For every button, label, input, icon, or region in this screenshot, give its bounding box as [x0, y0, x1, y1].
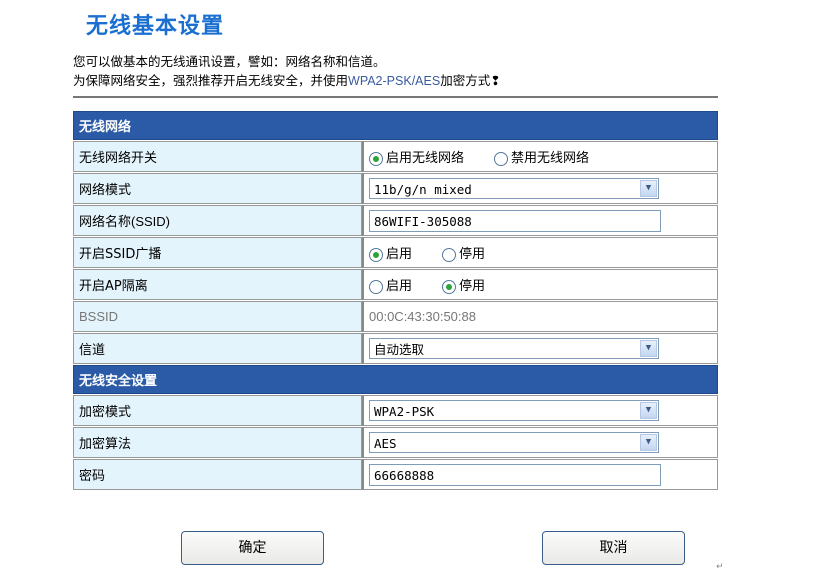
- description: 您可以做基本的无线通讯设置，譬如：网络名称和信道。 为保障网络安全，强烈推荐开启…: [73, 52, 501, 91]
- settings-table: 无线网络 无线网络开关 启用无线网络 禁用无线网络 网络模式 11b/g/n mi…: [73, 110, 718, 491]
- radio-label: 停用: [459, 279, 486, 294]
- radio-icon: [494, 151, 509, 166]
- row-bssid: BSSID 00:0C:43:30:50:88: [73, 301, 718, 332]
- page-title: 无线基本设置: [86, 14, 225, 39]
- radio-broadcast-enable[interactable]: 启用: [369, 243, 412, 262]
- channel-select[interactable]: 自动选取 ▼: [369, 338, 659, 359]
- desc-highlight: WPA2-PSK/AES: [348, 74, 441, 88]
- row-channel: 信道 自动选取 ▼: [73, 333, 718, 364]
- bssid-value: 00:0C:43:30:50:88: [362, 301, 718, 332]
- radio-isolation-disable[interactable]: 停用: [442, 275, 485, 294]
- desc-text: 加密方式❢: [440, 73, 501, 88]
- radio-label: 启用无线网络: [386, 151, 465, 166]
- label: 网络模式: [73, 173, 362, 204]
- chevron-down-icon[interactable]: ▼: [640, 402, 657, 419]
- row-ssid-broadcast: 开启SSID广播 启用 停用: [73, 237, 718, 268]
- radio-label: 启用: [386, 279, 413, 294]
- label: 网络名称(SSID): [73, 205, 362, 236]
- radio-icon: [369, 279, 383, 294]
- row-ssid: 网络名称(SSID) 86WIFI-305088: [73, 205, 718, 236]
- radio-label: 启用: [386, 247, 413, 262]
- cancel-button[interactable]: 取消: [542, 531, 685, 565]
- row-network-mode: 网络模式 11b/g/n mixed ▼: [73, 173, 718, 204]
- description-line-2: 为保障网络安全，强烈推荐开启无线安全，并使用WPA2-PSK/AES加密方式❢: [73, 71, 501, 91]
- label: 加密算法: [73, 427, 362, 458]
- chevron-down-icon[interactable]: ▼: [640, 180, 657, 197]
- label: 开启AP隔离: [73, 269, 362, 300]
- row-ap-isolation: 开启AP隔离 启用 停用: [73, 269, 718, 300]
- select-value: WPA2-PSK: [374, 404, 435, 419]
- select-value: AES: [374, 436, 397, 451]
- chevron-down-icon[interactable]: ▼: [640, 340, 657, 357]
- row-encryption-algorithm: 加密算法 AES ▼: [73, 427, 718, 458]
- section-security: 无线安全设置: [73, 365, 718, 394]
- radio-isolation-enable[interactable]: 启用: [369, 275, 412, 294]
- label: BSSID: [73, 301, 362, 332]
- label: 开启SSID广播: [73, 237, 362, 268]
- radio-disable-wireless[interactable]: 禁用无线网络: [494, 147, 589, 166]
- select-value: 自动选取: [374, 342, 425, 357]
- description-line-1: 您可以做基本的无线通讯设置，譬如：网络名称和信道。: [73, 54, 386, 69]
- radio-icon: [442, 247, 457, 262]
- select-value: 11b/g/n mixed: [374, 182, 472, 197]
- section-wireless: 无线网络: [73, 111, 718, 140]
- row-password: 密码 66668888: [73, 459, 718, 490]
- ssid-input[interactable]: 86WIFI-305088: [369, 209, 661, 232]
- encryption-mode-select[interactable]: WPA2-PSK ▼: [369, 400, 659, 421]
- row-encryption-mode: 加密模式 WPA2-PSK ▼: [73, 395, 718, 426]
- label: 密码: [73, 459, 362, 490]
- desc-text: 为保障网络安全，强烈推荐开启无线安全，并使用: [73, 73, 349, 88]
- radio-enable-wireless[interactable]: 启用无线网络: [369, 147, 464, 166]
- radio-label: 停用: [459, 247, 486, 262]
- network-mode-select[interactable]: 11b/g/n mixed ▼: [369, 178, 659, 199]
- radio-label: 禁用无线网络: [511, 151, 590, 166]
- chevron-down-icon[interactable]: ▼: [640, 434, 657, 451]
- label: 无线网络开关: [73, 141, 362, 172]
- encryption-algorithm-select[interactable]: AES ▼: [369, 432, 659, 453]
- password-input[interactable]: 66668888: [369, 463, 661, 486]
- row-wireless-switch: 无线网络开关 启用无线网络 禁用无线网络: [73, 141, 718, 172]
- radio-icon: [369, 151, 383, 166]
- paragraph-mark: ↵: [716, 562, 724, 572]
- radio-icon: [369, 247, 383, 262]
- label: 加密模式: [73, 395, 362, 426]
- label: 信道: [73, 333, 362, 364]
- radio-icon: [442, 279, 457, 294]
- ok-button[interactable]: 确定: [181, 531, 324, 565]
- radio-broadcast-disable[interactable]: 停用: [442, 243, 485, 262]
- divider: [73, 96, 718, 98]
